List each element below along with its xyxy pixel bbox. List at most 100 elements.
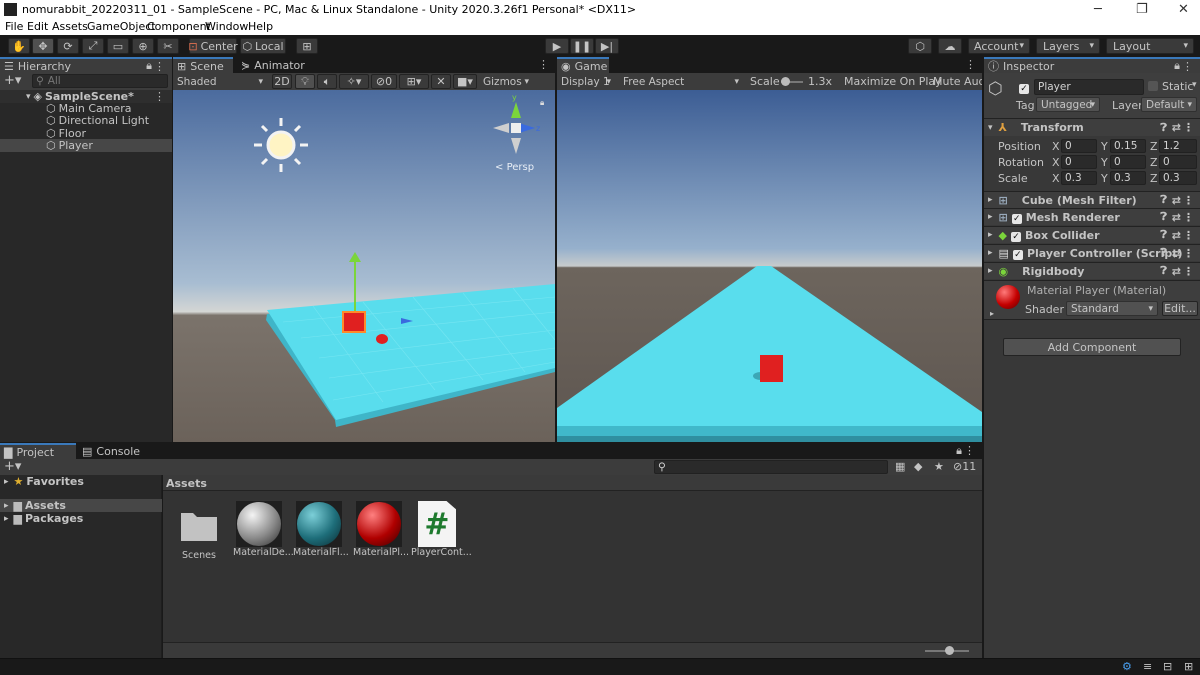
fold-arrow-icon[interactable]: ▸ <box>988 212 993 222</box>
hierarchy-search-input[interactable]: ⚲ All <box>32 74 168 88</box>
asset-scenes[interactable]: Scenes <box>173 499 225 563</box>
icon-size-slider-thumb[interactable] <box>945 646 954 655</box>
component-mesh-filter[interactable]: ▸ ⊞ Cube (Mesh Filter) ❓︎ ⇄ ⋮ <box>984 191 1200 208</box>
menu-help[interactable]: Help <box>248 20 273 33</box>
tab-inspector[interactable]: ⓘ Inspector 🔒︎ ⋮ <box>984 57 1200 73</box>
expand-arrow-icon[interactable]: ▾ <box>26 92 31 102</box>
menu-component[interactable]: Component <box>147 20 211 33</box>
static-checkbox[interactable] <box>1148 81 1158 94</box>
minimize-button[interactable]: ─ <box>1094 2 1102 17</box>
fold-arrow-icon[interactable]: ▸ <box>4 501 9 511</box>
layout-dropdown[interactable]: Layout ▾ <box>1106 38 1194 54</box>
help-icon[interactable]: ❓︎ <box>1160 228 1167 242</box>
scale-z-field[interactable]: 0.3 <box>1159 171 1197 185</box>
assets-breadcrumb[interactable]: Assets <box>166 477 207 490</box>
transform-header[interactable]: ▾ ⅄ Transform ❓︎ ⇄ ⋮ <box>984 119 1200 136</box>
scene-viewport[interactable]: y z 🔒︎ < Persp <box>173 90 555 442</box>
tab-animator[interactable]: ⋟ Animator <box>237 57 307 73</box>
object-name-field[interactable]: Player <box>1034 79 1144 95</box>
menu-assets[interactable]: Assets <box>52 20 88 33</box>
pause-button[interactable]: ❚❚ <box>570 38 594 54</box>
hierarchy-item-player[interactable]: ⬡ Player <box>0 139 172 152</box>
tools-icon[interactable]: ✕ <box>431 74 451 89</box>
static-dropdown-icon[interactable]: ▾ <box>1192 80 1197 90</box>
asset-material-default[interactable]: MaterialDe... <box>233 499 294 563</box>
fold-arrow-icon[interactable]: ▸ <box>4 514 9 524</box>
project-kebab-icon[interactable]: ⋮ <box>964 444 975 457</box>
enabled-checkbox[interactable]: ✓ <box>1011 229 1021 242</box>
hierarchy-status-icon[interactable]: ⊟ <box>1163 660 1172 673</box>
component-kebab-icon[interactable]: ⋮ <box>1183 194 1194 207</box>
asset-material-player[interactable]: MaterialPl... <box>353 499 409 563</box>
custom-tool-icon[interactable]: ✂ <box>157 38 179 54</box>
camera-dropdown-icon[interactable]: ■▾ <box>453 74 477 89</box>
scale-x-field[interactable]: 0.3 <box>1061 171 1097 185</box>
help-icon[interactable]: ❓︎ <box>1160 264 1167 278</box>
help-icon[interactable]: ❓︎ <box>1160 246 1167 260</box>
fold-arrow-icon[interactable]: ▾ <box>988 123 993 133</box>
aspect-dropdown[interactable]: Free Aspect <box>619 74 743 89</box>
material-section[interactable]: ▸ Material Player (Material) Shader Stan… <box>984 280 1200 320</box>
layer-dropdown[interactable]: Default <box>1141 97 1197 112</box>
component-kebab-icon[interactable]: ⋮ <box>1183 121 1194 134</box>
component-player-controller[interactable]: ▸ ▤ ✓ Player Controller (Script) ❓︎ ⇄ ⋮ <box>984 244 1200 261</box>
preset-icon[interactable]: ⇄ <box>1172 265 1181 278</box>
tab-hierarchy[interactable]: ☰ Hierarchy 🔒︎ ⋮ <box>0 57 172 73</box>
fold-arrow-icon[interactable]: ▸ <box>988 230 993 240</box>
icon-size-slider[interactable] <box>925 646 969 655</box>
rotation-z-field[interactable]: 0 <box>1159 155 1197 169</box>
audio-toggle-icon[interactable]: 🔈︎ <box>317 74 337 89</box>
menu-gameobject[interactable]: GameObject <box>87 20 156 33</box>
scale-slider[interactable] <box>781 77 803 86</box>
collab-icon[interactable]: ⬡ <box>908 38 932 54</box>
rotation-x-field[interactable]: 0 <box>1061 155 1097 169</box>
inspector-lock-icon[interactable]: 🔒︎ <box>1174 59 1180 73</box>
effects-dropdown-icon[interactable]: ✧▾ <box>339 74 369 89</box>
hierarchy-item-directional-light[interactable]: ⬡ Directional Light <box>0 114 172 127</box>
filter-label-icon[interactable]: ◆ <box>914 460 922 473</box>
auto-generate-lighting-icon[interactable]: ⚙ <box>1122 660 1132 673</box>
game-viewport[interactable] <box>557 90 982 442</box>
space-local-button[interactable]: ⬡ Local <box>240 38 286 54</box>
component-mesh-renderer[interactable]: ▸ ⊞ ✓ Mesh Renderer ❓︎ ⇄ ⋮ <box>984 208 1200 225</box>
maximize-button[interactable]: ❐ <box>1136 2 1148 17</box>
close-button[interactable]: ✕ <box>1178 2 1189 17</box>
rotate-tool-icon[interactable]: ⟳ <box>57 38 79 54</box>
layers-dropdown[interactable]: Layers ▾ <box>1036 38 1100 54</box>
add-component-button[interactable]: Add Component <box>1003 338 1181 356</box>
tab-game[interactable]: ◉ Game <box>557 57 609 73</box>
grid-dropdown-icon[interactable]: ⊞▾ <box>399 74 429 89</box>
cloud-icon[interactable]: ☁ <box>938 38 962 54</box>
shading-mode-dropdown[interactable]: Shaded <box>173 74 267 89</box>
tree-item-packages[interactable]: ▸ ▆ Packages <box>0 512 162 525</box>
asset-player-controller[interactable]: # PlayerCont... <box>411 499 472 563</box>
tab-scene[interactable]: ⊞ Scene <box>173 57 233 73</box>
fold-arrow-icon[interactable]: ▸ <box>4 477 9 487</box>
component-box-collider[interactable]: ▸ ◆ ✓ Box Collider ❓︎ ⇄ ⋮ <box>984 226 1200 243</box>
gizmos-dropdown[interactable]: Gizmos <box>479 74 533 89</box>
kebab-icon[interactable]: ⋮ <box>154 60 165 73</box>
scale-y-field[interactable]: 0.3 <box>1110 171 1146 185</box>
move-tool-icon[interactable]: ✥ <box>32 38 54 54</box>
shader-edit-button[interactable]: Edit... <box>1162 301 1198 316</box>
preset-icon[interactable]: ⇄ <box>1172 121 1181 134</box>
menu-file[interactable]: File <box>5 20 23 33</box>
position-z-field[interactable]: 1.2 <box>1159 139 1197 153</box>
scene-visibility-button[interactable]: ⊘ 0 <box>371 74 397 89</box>
game-kebab-icon[interactable]: ⋮ <box>965 58 976 71</box>
project-search-input[interactable]: ⚲ <box>654 460 888 474</box>
pivot-center-button[interactable]: ⊡ Center <box>188 38 238 54</box>
shader-dropdown[interactable]: Standard <box>1066 301 1158 316</box>
preset-icon[interactable]: ⇄ <box>1172 194 1181 207</box>
inspector-kebab-icon[interactable]: ⋮ <box>1182 60 1193 73</box>
scene-kebab-icon[interactable]: ⋮ <box>538 58 549 71</box>
help-icon[interactable]: ❓︎ <box>1160 193 1167 207</box>
component-kebab-icon[interactable]: ⋮ <box>1183 247 1194 260</box>
notifications-icon[interactable]: ⊞ <box>1184 660 1193 673</box>
hidden-packages-button[interactable]: ⊘11 <box>953 460 976 473</box>
fold-arrow-icon[interactable]: ▸ <box>988 266 993 276</box>
fold-arrow-icon[interactable]: ▸ <box>990 309 994 318</box>
account-dropdown[interactable]: Account ▾ <box>968 38 1030 54</box>
filter-type-icon[interactable]: ▦ <box>895 460 905 473</box>
help-icon[interactable]: ❓︎ <box>1160 121 1167 135</box>
